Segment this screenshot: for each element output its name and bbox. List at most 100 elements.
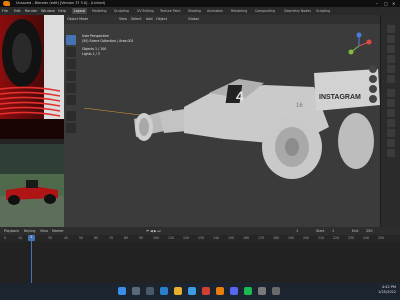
start-frame-field[interactable]: 1: [332, 229, 334, 233]
app-icon[interactable]: [202, 287, 210, 295]
tab-rendering[interactable]: Rendering: [229, 8, 249, 14]
navigation-gizmo-icon[interactable]: [345, 32, 373, 60]
world-properties-icon[interactable]: [387, 75, 395, 83]
tab-modeling[interactable]: Modeling: [90, 8, 109, 14]
search-icon[interactable]: [132, 287, 140, 295]
discord-icon[interactable]: [230, 287, 238, 295]
blender-taskbar-icon[interactable]: [216, 287, 224, 295]
objects-count: Objects 1 / 100: [82, 47, 107, 51]
tick-label: 250: [378, 236, 385, 240]
annotate-tool-icon[interactable]: [66, 111, 76, 121]
data-properties-icon[interactable]: [387, 139, 395, 147]
f1-car-model: 4 INSTAGRAM 16: [64, 15, 380, 227]
frame-ruler[interactable]: 0 10 30 40 50 60 70 80 90 100 110 120 13…: [0, 235, 400, 242]
zoom-icon[interactable]: [369, 65, 377, 73]
tick-label: 0: [4, 236, 7, 240]
file-explorer-icon[interactable]: [174, 287, 182, 295]
tick-label: 150: [228, 236, 235, 240]
view-menu[interactable]: View: [119, 17, 127, 21]
tick-label: 130: [198, 236, 205, 240]
menu-file[interactable]: File: [2, 9, 8, 13]
tool-properties-icon[interactable]: [387, 25, 395, 33]
scene-properties-icon[interactable]: [387, 65, 395, 73]
transform-orientation[interactable]: Global: [188, 17, 199, 21]
marker-menu[interactable]: Marker: [52, 229, 64, 233]
app-icon-2[interactable]: [272, 287, 280, 295]
end-frame-field[interactable]: 250: [366, 229, 372, 233]
rotate-tool-icon[interactable]: [66, 71, 76, 81]
tick-label: 40: [64, 236, 69, 240]
menu-help[interactable]: Help: [58, 9, 66, 13]
tab-layout[interactable]: Layout: [72, 8, 87, 14]
menu-render[interactable]: Render: [25, 9, 37, 13]
particle-properties-icon[interactable]: [387, 109, 395, 117]
tick-label: 30: [48, 236, 53, 240]
pan-icon[interactable]: [369, 75, 377, 83]
measure-tool-icon[interactable]: [66, 123, 76, 133]
transform-tool-icon[interactable]: [66, 95, 76, 105]
select-menu[interactable]: Select: [131, 17, 141, 21]
tab-animation[interactable]: Animation: [205, 8, 225, 14]
reference-image-rear: [0, 15, 64, 139]
move-tool-icon[interactable]: [66, 59, 76, 69]
tick-label: 90: [139, 236, 144, 240]
modifier-properties-icon[interactable]: [387, 99, 395, 107]
constraint-properties-icon[interactable]: [387, 129, 395, 137]
menu-window[interactable]: Window: [41, 9, 55, 13]
tab-texture-paint[interactable]: Texture Paint: [158, 8, 183, 14]
scale-tool-icon[interactable]: [66, 83, 76, 93]
timeline-header: Playback Keying View Marker ⏮ ◀ ▶ ⏭ 1 St…: [0, 227, 400, 235]
front-car-image: [0, 144, 64, 227]
render-properties-icon[interactable]: [387, 35, 395, 43]
tab-shading[interactable]: Shading: [186, 8, 203, 14]
physics-properties-icon[interactable]: [387, 119, 395, 127]
perspective-toggle-icon[interactable]: [369, 95, 377, 103]
edge-browser-icon[interactable]: [160, 287, 168, 295]
tick-label: 110: [168, 236, 175, 240]
tick-label: 230: [348, 236, 355, 240]
playback-menu[interactable]: Playback: [4, 229, 19, 233]
menu-edit[interactable]: Edit: [14, 9, 21, 13]
tab-sculpting[interactable]: Sculpting: [112, 8, 131, 14]
settings-icon[interactable]: [258, 287, 266, 295]
select-tool-icon[interactable]: [66, 35, 76, 45]
tick-label: 240: [363, 236, 370, 240]
playback-controls-icon[interactable]: ⏮ ◀ ▶ ⏭: [146, 229, 161, 233]
start-menu-icon[interactable]: [118, 287, 126, 295]
minimize-button[interactable]: –: [376, 1, 378, 6]
system-clock[interactable]: 4:42 PM 1/25/2022: [378, 285, 396, 295]
store-icon[interactable]: [188, 287, 196, 295]
properties-panel: [380, 15, 400, 227]
object-menu[interactable]: Object: [156, 17, 167, 21]
tick-label: 70: [109, 236, 114, 240]
tab-scripting[interactable]: Scripting: [314, 8, 332, 14]
3d-viewport[interactable]: 4 INSTAGRAM 16 Object Mode View Select A…: [64, 15, 380, 227]
cursor-tool-icon[interactable]: [66, 47, 76, 57]
maximize-button[interactable]: □: [384, 1, 388, 6]
material-properties-icon[interactable]: [387, 149, 395, 157]
object-properties-icon[interactable]: [387, 89, 395, 97]
start-label: Start: [316, 229, 325, 233]
tick-label: 80: [124, 236, 129, 240]
view-menu-timeline[interactable]: View: [40, 229, 48, 233]
blender-logo-icon: [3, 1, 10, 6]
close-button[interactable]: ✕: [392, 1, 395, 6]
spotify-icon[interactable]: [244, 287, 252, 295]
tab-compositing[interactable]: Compositing: [253, 8, 277, 14]
output-properties-icon[interactable]: [387, 45, 395, 53]
collection-info: (50) Scene Collection | Area.001: [82, 39, 134, 43]
tab-geometry-nodes[interactable]: Geometry Nodes: [282, 8, 313, 14]
add-menu[interactable]: Add: [146, 17, 153, 21]
window-title: Unsaved - Blender (edit) [Version 3? 3.0…: [16, 1, 106, 5]
tick-label: 180: [273, 236, 280, 240]
tick-label: 140: [213, 236, 220, 240]
current-frame-field[interactable]: 1: [296, 229, 298, 233]
rear-number-text: 16: [296, 103, 303, 109]
mode-selector[interactable]: Object Mode: [67, 17, 88, 21]
camera-view-icon[interactable]: [369, 85, 377, 93]
timeline-editor[interactable]: Playback Keying View Marker ⏮ ◀ ▶ ⏭ 1 St…: [0, 227, 400, 283]
task-view-icon[interactable]: [146, 287, 154, 295]
keying-menu[interactable]: Keying: [24, 229, 35, 233]
tab-uv-editing[interactable]: UV Editing: [135, 8, 156, 14]
view-layer-properties-icon[interactable]: [387, 55, 395, 63]
